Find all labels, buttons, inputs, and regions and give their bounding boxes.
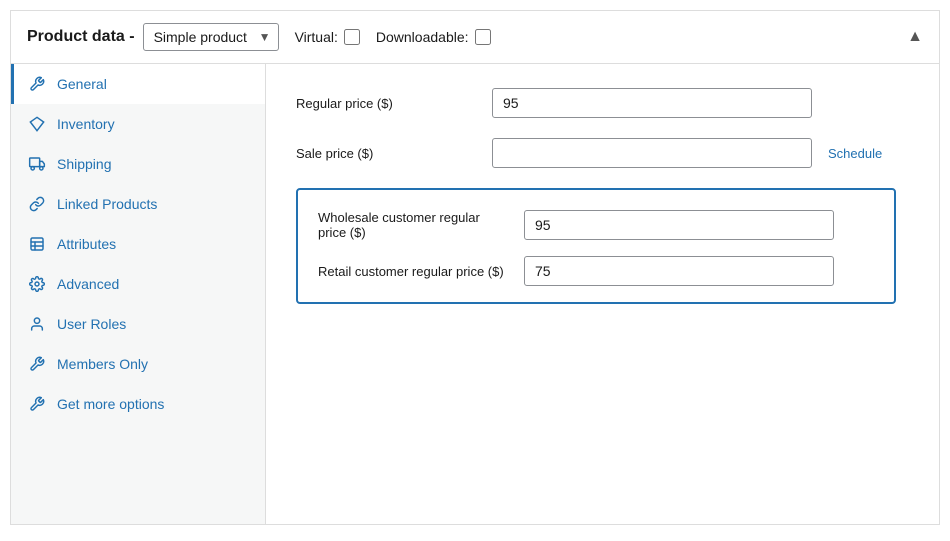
regular-price-label: Regular price ($) xyxy=(296,96,476,111)
downloadable-checkbox[interactable] xyxy=(475,29,491,45)
get-more-icon xyxy=(27,396,47,412)
product-type-wrapper: Simple product ▼ xyxy=(143,23,279,51)
wholesale-price-row: Wholesale customer regular price ($) xyxy=(318,210,874,240)
sidebar-item-shipping[interactable]: Shipping xyxy=(11,144,265,184)
sidebar-label-linked-products: Linked Products xyxy=(57,196,157,212)
sidebar-label-attributes: Attributes xyxy=(57,236,116,252)
sidebar-item-user-roles[interactable]: User Roles xyxy=(11,304,265,344)
downloadable-label: Downloadable: xyxy=(376,29,469,45)
regular-price-input[interactable] xyxy=(492,88,812,118)
members-icon xyxy=(27,356,47,372)
sidebar-item-general[interactable]: General xyxy=(11,64,265,104)
retail-price-input[interactable] xyxy=(524,256,834,286)
table-icon xyxy=(27,236,47,252)
header-options: Virtual: Downloadable: xyxy=(295,29,491,45)
diamond-icon xyxy=(27,116,47,132)
gear-icon xyxy=(27,276,47,292)
sidebar: General Inventory xyxy=(11,64,266,524)
wholesale-price-input[interactable] xyxy=(524,210,834,240)
retail-price-row: Retail customer regular price ($) xyxy=(318,256,874,286)
schedule-link[interactable]: Schedule xyxy=(828,146,882,161)
regular-price-row: Regular price ($) xyxy=(296,88,909,118)
product-data-header: Product data - Simple product ▼ Virtual:… xyxy=(11,11,939,64)
sidebar-item-attributes[interactable]: Attributes xyxy=(11,224,265,264)
product-data-panel: Product data - Simple product ▼ Virtual:… xyxy=(10,10,940,525)
link-icon xyxy=(27,196,47,212)
sale-price-input[interactable] xyxy=(492,138,812,168)
wrench-icon xyxy=(27,76,47,92)
sidebar-label-advanced: Advanced xyxy=(57,276,119,292)
sale-price-row: Sale price ($) Schedule xyxy=(296,138,909,168)
sidebar-label-get-more-options: Get more options xyxy=(57,396,164,412)
main-content: Regular price ($) Sale price ($) Schedul… xyxy=(266,64,939,524)
wholesale-box: Wholesale customer regular price ($) Ret… xyxy=(296,188,896,304)
sidebar-item-linked-products[interactable]: Linked Products xyxy=(11,184,265,224)
product-data-title: Product data - xyxy=(27,28,135,46)
sidebar-item-advanced[interactable]: Advanced xyxy=(11,264,265,304)
sidebar-label-general: General xyxy=(57,76,107,92)
collapse-arrow-icon[interactable]: ▲ xyxy=(907,28,923,46)
sidebar-item-inventory[interactable]: Inventory xyxy=(11,104,265,144)
sidebar-label-shipping: Shipping xyxy=(57,156,112,172)
virtual-group: Virtual: xyxy=(295,29,360,45)
sidebar-item-members-only[interactable]: Members Only xyxy=(11,344,265,384)
sidebar-label-user-roles: User Roles xyxy=(57,316,126,332)
sale-price-label: Sale price ($) xyxy=(296,146,476,161)
sidebar-label-members-only: Members Only xyxy=(57,356,148,372)
virtual-label: Virtual: xyxy=(295,29,338,45)
sidebar-item-get-more-options[interactable]: Get more options xyxy=(11,384,265,424)
user-icon xyxy=(27,316,47,332)
product-data-body: General Inventory xyxy=(11,64,939,524)
truck-icon xyxy=(27,156,47,172)
virtual-checkbox[interactable] xyxy=(344,29,360,45)
wholesale-price-label: Wholesale customer regular price ($) xyxy=(318,210,508,240)
product-type-select[interactable]: Simple product xyxy=(143,23,279,51)
downloadable-group: Downloadable: xyxy=(376,29,491,45)
retail-price-label: Retail customer regular price ($) xyxy=(318,264,508,279)
sidebar-label-inventory: Inventory xyxy=(57,116,115,132)
